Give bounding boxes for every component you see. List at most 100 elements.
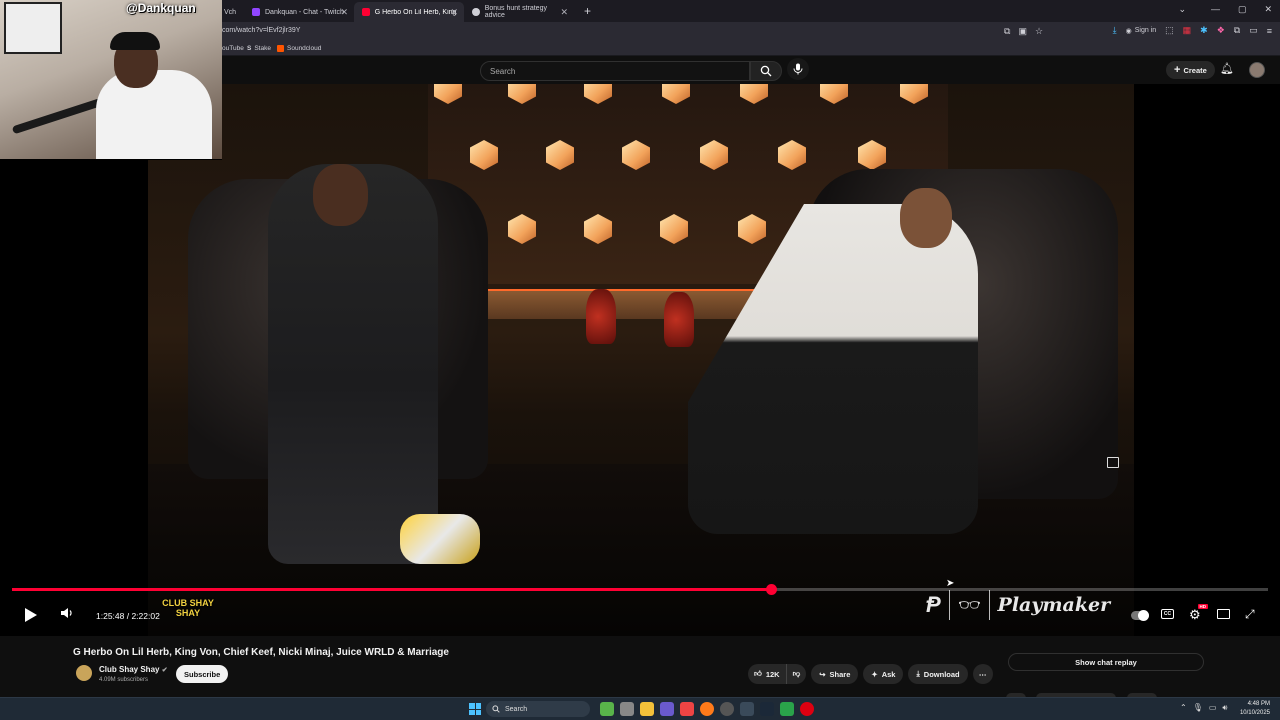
create-button[interactable]: + Create	[1166, 61, 1215, 79]
chevron-up-icon[interactable]: ⌃	[1180, 703, 1187, 713]
soundcloud-icon	[277, 45, 284, 52]
close-tab-icon[interactable]: ✕	[560, 7, 568, 18]
tab-youtube-video[interactable]: G Herbo On Lil Herb, King Von ✕	[354, 2, 464, 22]
seek-bar-handle[interactable]	[765, 584, 777, 595]
clock-time: 4:48 PM	[1247, 701, 1270, 707]
ask-button[interactable]: ✦ Ask	[863, 664, 904, 684]
sponsor-glasses-logo-icon: 👓︎	[957, 594, 981, 615]
brave-app-icon[interactable]	[680, 702, 694, 716]
task-view-icon[interactable]	[620, 702, 634, 716]
fullscreen-icon: ⤢	[1245, 607, 1255, 621]
extension-pink-icon[interactable]: ❖	[1217, 25, 1225, 36]
more-icon: ⋯	[978, 669, 987, 679]
downloader-app-icon[interactable]	[740, 702, 754, 716]
start-button[interactable]	[469, 703, 481, 715]
tab-bonus-hunt[interactable]: Bonus hunt strategy advice ✕	[464, 2, 574, 22]
tab-partial[interactable]: Vch	[222, 2, 242, 22]
screenshot-icon[interactable]: ⧉	[1004, 26, 1010, 37]
thumbs-down-icon: 👎︎	[792, 669, 801, 678]
subtitles-button[interactable]: CC	[1161, 609, 1174, 619]
file-explorer-icon[interactable]	[640, 702, 654, 716]
avatar[interactable]	[1249, 62, 1265, 78]
show-chat-replay-button[interactable]: Show chat replay	[1008, 653, 1204, 671]
microphone-icon[interactable]: 🎙︎	[1193, 703, 1203, 713]
theater-mode-button[interactable]	[1217, 609, 1230, 619]
tab-twitch-chat[interactable]: Dankquan - Chat - Twitch ✕	[244, 2, 354, 22]
opera-app-icon[interactable]	[800, 702, 814, 716]
bookmark-soundcloud[interactable]: Soundcloud	[277, 45, 321, 52]
discord-app-icon[interactable]	[660, 702, 674, 716]
system-clock[interactable]: 4:48 PM 10/10/2025	[1240, 700, 1270, 718]
taskbar-search[interactable]: Search	[486, 701, 590, 717]
autoplay-toggle[interactable]	[1131, 610, 1149, 621]
sidebar-icon[interactable]: ▭	[1249, 25, 1258, 36]
channel-watermark: CLUB SHAY SHAY	[160, 570, 216, 618]
notifications-bell-icon[interactable]: 🔔︎	[1220, 62, 1234, 75]
settings-button[interactable]: ⚙	[1189, 607, 1201, 623]
like-button[interactable]: 👍︎ 12K	[748, 664, 787, 684]
app-icon[interactable]	[780, 702, 794, 716]
video-player[interactable]	[0, 84, 1280, 636]
pip-icon[interactable]: ▣	[1018, 26, 1027, 37]
chat-replay-label: Show chat replay	[1075, 657, 1137, 667]
fullscreen-button[interactable]: ⤢	[1245, 607, 1255, 622]
maximize-icon[interactable]: ▢	[1238, 4, 1247, 15]
minimize-icon[interactable]: —	[1211, 4, 1220, 15]
like-dislike-group: 👍︎ 12K 👎︎	[748, 664, 807, 684]
sponsor-logos: Ᵽ 👓︎ Playmaker	[926, 590, 1110, 620]
channel-name-text: Club Shay Shay	[99, 665, 160, 674]
close-tab-icon[interactable]: ✕	[340, 7, 348, 18]
extension-red-icon[interactable]: ▦	[1183, 25, 1192, 36]
create-label: Create	[1183, 65, 1207, 75]
close-tab-icon[interactable]: ✕	[450, 7, 458, 18]
url-input[interactable]: com/watch?v=lEvf2jlr39Y	[222, 27, 300, 34]
close-window-icon[interactable]: ✕	[1264, 4, 1272, 15]
bookmark-label: Stake	[254, 45, 271, 52]
chevron-down-icon[interactable]: ⌄	[1178, 4, 1186, 15]
subscriber-count: 4.09M subscribers	[99, 677, 149, 683]
stake-icon: S	[247, 45, 252, 52]
extension-blue-icon[interactable]: ✱	[1200, 25, 1208, 36]
bookmark-youtube[interactable]: ouTube	[222, 45, 244, 52]
channel-avatar[interactable]	[76, 665, 92, 681]
watermark-text: CLUB SHAY SHAY	[162, 598, 214, 618]
volume-button[interactable]	[60, 607, 74, 619]
speaker-icon[interactable]: 🔊︎	[1222, 703, 1227, 713]
new-tab-button[interactable]: +	[578, 4, 597, 18]
steam-app-icon[interactable]	[760, 702, 774, 716]
network-icon[interactable]: ▭	[1209, 703, 1217, 713]
share-label: Share	[829, 669, 851, 679]
video-host	[268, 164, 438, 564]
bookmark-stake[interactable]: S Stake	[247, 45, 271, 52]
xbox-app-icon[interactable]	[600, 702, 614, 716]
voice-search-button[interactable]	[787, 58, 809, 80]
firefox-app-icon[interactable]	[700, 702, 714, 716]
account-icon: ◉	[1125, 27, 1132, 35]
search-input[interactable]: Search	[480, 61, 750, 81]
seek-bar[interactable]	[12, 584, 1268, 595]
like-count: 12K	[765, 669, 780, 679]
obs-app-icon[interactable]	[720, 702, 734, 716]
share-button[interactable]: ↪ Share	[811, 664, 859, 684]
clock-date: 10/10/2025	[1239, 710, 1270, 716]
subscribe-button[interactable]: Subscribe	[176, 665, 229, 683]
seek-bar-progress	[12, 588, 771, 591]
menu-icon[interactable]: ≡	[1267, 26, 1272, 36]
taskbar-apps	[600, 702, 814, 716]
channel-name[interactable]: Club Shay Shay ✔	[99, 665, 168, 674]
dislike-button[interactable]: 👎︎	[787, 664, 807, 684]
search-button[interactable]	[750, 61, 782, 81]
extension-icon[interactable]: ⬚	[1165, 25, 1174, 36]
more-actions-button[interactable]: ⋯	[972, 664, 993, 684]
time-display: 1:25:48 / 2:22:02	[96, 611, 160, 621]
extensions-puzzle-icon[interactable]: ⧉	[1234, 25, 1240, 36]
bookmark-star-icon[interactable]: ☆	[1035, 26, 1043, 37]
volume-icon	[61, 608, 72, 618]
screen: Vch Dankquan - Chat - Twitch ✕ G Herbo O…	[0, 0, 1280, 720]
miniplayer-icon[interactable]	[1107, 457, 1119, 468]
play-button[interactable]	[22, 606, 40, 624]
url-actions: ⧉ ▣ ☆	[1004, 26, 1043, 37]
download-button[interactable]: ⤓ Download	[908, 664, 968, 684]
sign-in-button[interactable]: ◉ Sign in	[1126, 27, 1157, 35]
downloads-icon[interactable]: ⤓	[1113, 25, 1117, 36]
